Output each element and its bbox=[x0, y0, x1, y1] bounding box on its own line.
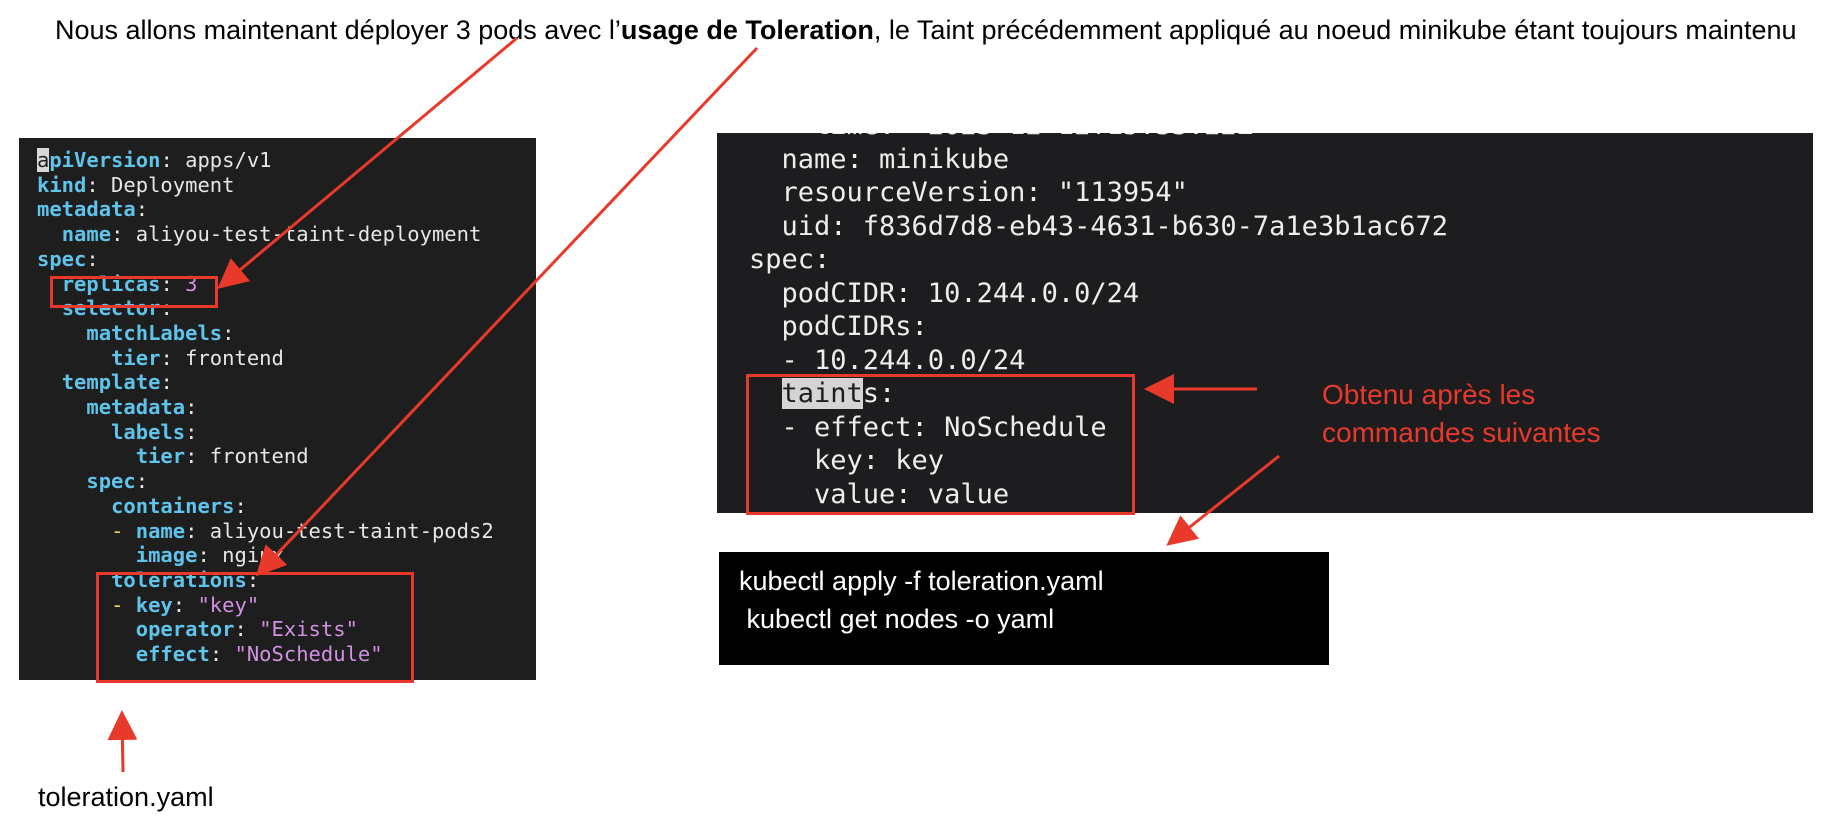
arrow-to-yaml-panel bbox=[107, 710, 138, 773]
arrow-to-tolerations bbox=[255, 46, 759, 577]
annotation-arrows bbox=[107, 36, 1280, 773]
arrow-to-replicas bbox=[217, 36, 518, 289]
arrow-to-commands bbox=[1166, 454, 1280, 546]
